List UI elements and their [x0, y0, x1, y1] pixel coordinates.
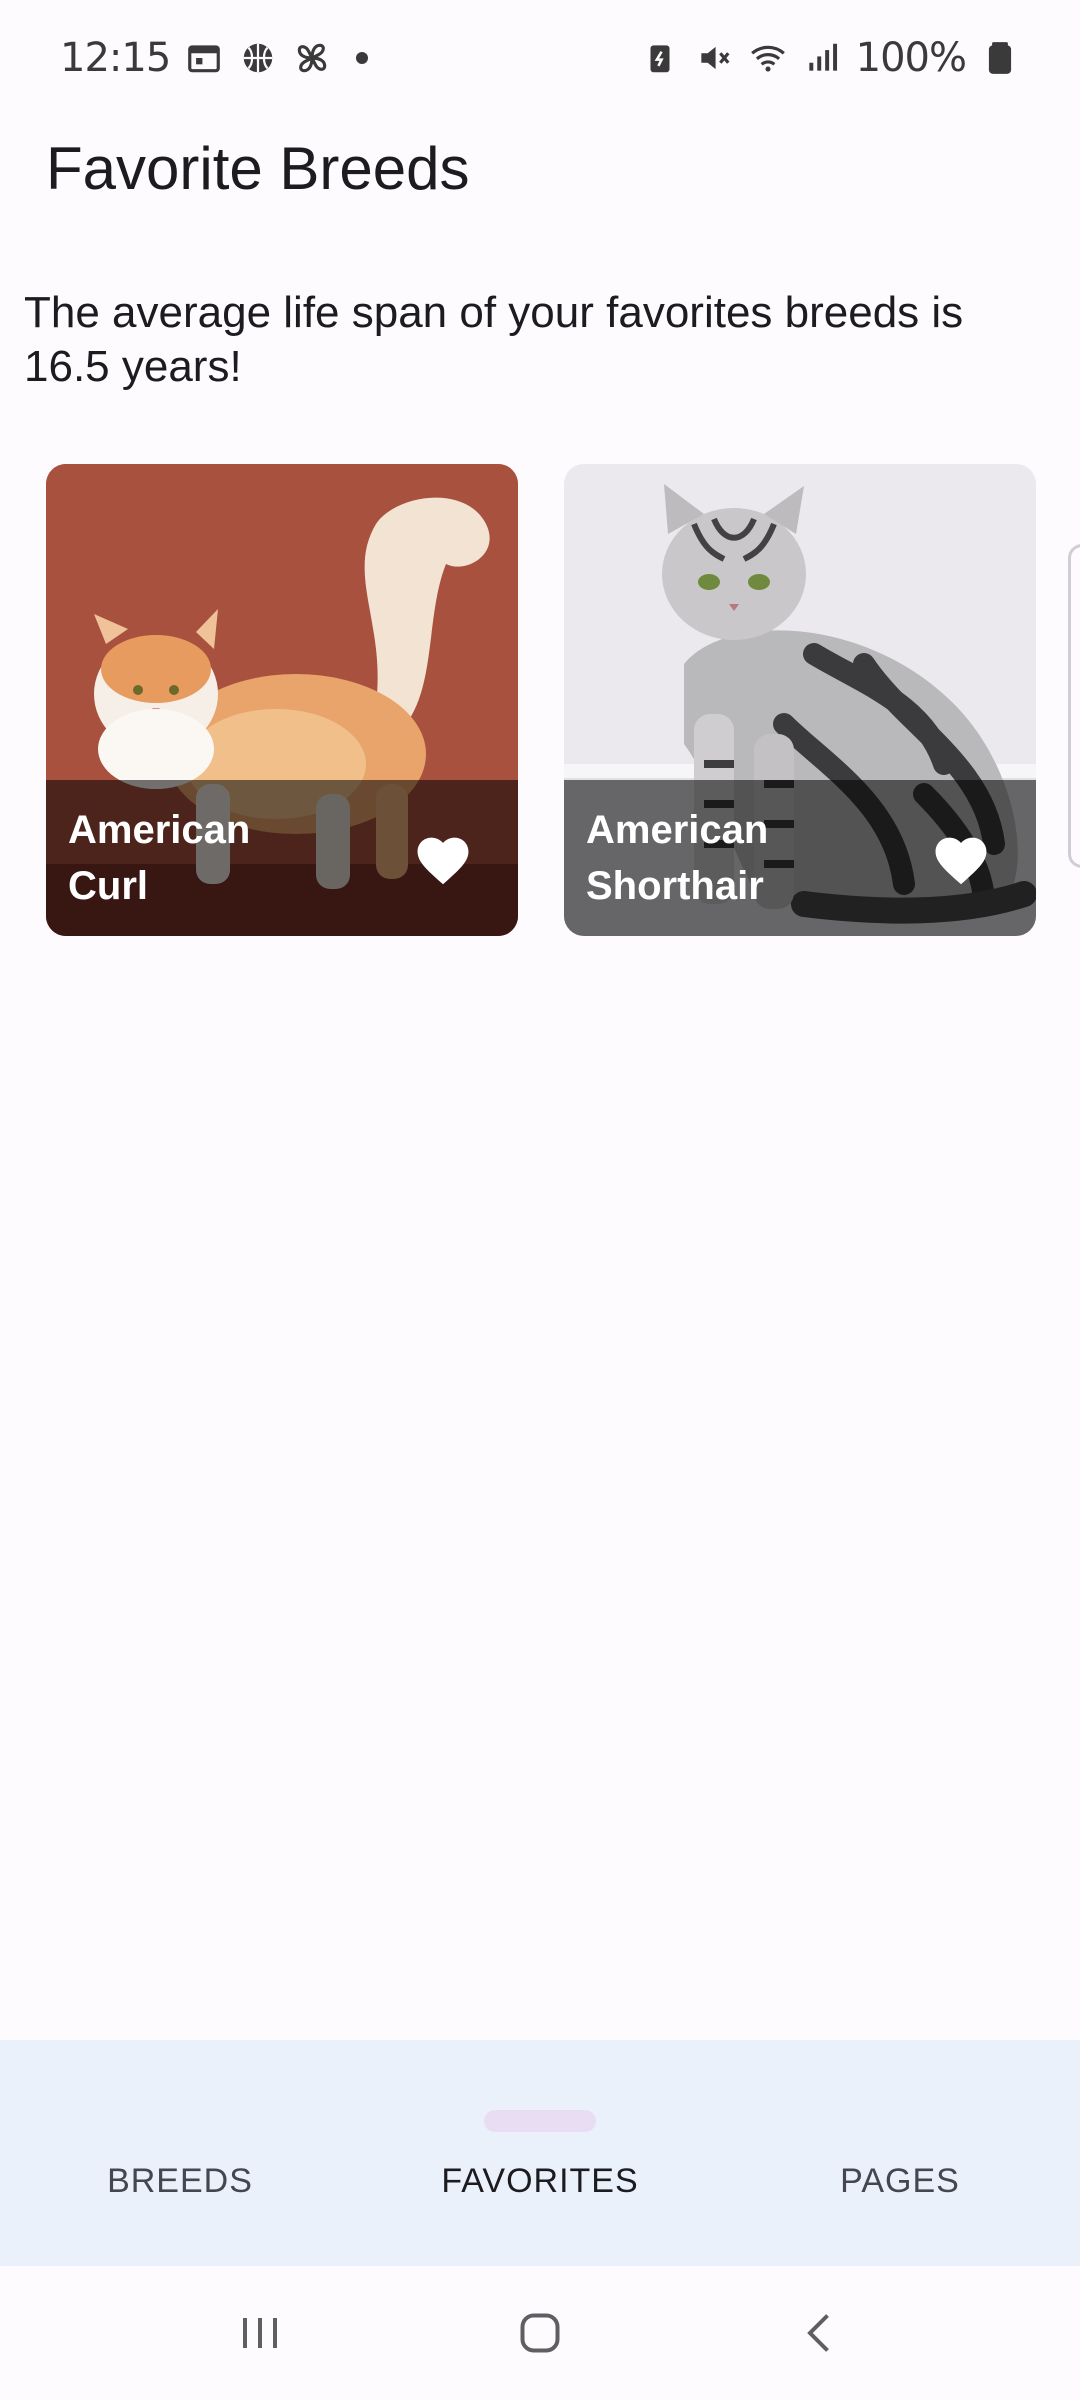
- home-icon[interactable]: [500, 2293, 580, 2373]
- card-caption-bar: American Curl: [46, 780, 518, 936]
- active-tab-indicator: [484, 2110, 596, 2132]
- average-life-span-text: The average life span of your favorites …: [24, 288, 964, 391]
- calendar-icon: [184, 38, 224, 78]
- system-navigation-bar: [0, 2266, 1080, 2400]
- mute-icon: [694, 38, 734, 78]
- card-caption-bar: American Shorthair: [564, 780, 1036, 936]
- breed-card-american-curl[interactable]: American Curl: [46, 464, 518, 936]
- nav-tab-label: PAGES: [840, 2162, 960, 2200]
- page-title: Favorite Breeds: [46, 135, 470, 202]
- breed-name: American Curl: [68, 808, 251, 908]
- status-time: 12:15: [60, 35, 171, 81]
- signal-icon: [802, 38, 842, 78]
- status-bar-right: 100%: [640, 35, 1020, 81]
- nav-tab-pages[interactable]: PAGES: [720, 2040, 1080, 2266]
- scroll-edge-indicator: [1068, 544, 1080, 868]
- heart-icon[interactable]: [930, 829, 992, 887]
- bottom-navigation-bar: BREEDS FAVORITES PAGES: [0, 2040, 1080, 2266]
- back-icon[interactable]: [780, 2293, 860, 2373]
- battery-icon: [980, 38, 1020, 78]
- battery-percentage: 100%: [855, 35, 967, 81]
- pinwheel-icon: [292, 38, 332, 78]
- nav-tab-label: BREEDS: [107, 2162, 253, 2200]
- battery-saver-icon: [640, 38, 680, 78]
- nav-tab-favorites[interactable]: FAVORITES: [360, 2040, 720, 2266]
- favorites-grid: American Curl American Shorthair: [46, 464, 1080, 936]
- heart-icon[interactable]: [412, 829, 474, 887]
- wifi-icon: [748, 38, 788, 78]
- status-bar: 12:15 100%: [0, 0, 1080, 116]
- breed-name: American Shorthair: [586, 808, 769, 908]
- favorites-screen: 12:15 100% Favorite Breeds The average l…: [0, 0, 1080, 2400]
- nav-tab-breeds[interactable]: BREEDS: [0, 2040, 360, 2266]
- notification-dot: [356, 52, 369, 64]
- nav-tab-label: FAVORITES: [441, 2162, 639, 2200]
- breed-card-american-shorthair[interactable]: American Shorthair: [564, 464, 1036, 936]
- status-bar-left: 12:15: [60, 35, 369, 81]
- recents-icon[interactable]: [220, 2293, 300, 2373]
- basketball-icon: [238, 38, 278, 78]
